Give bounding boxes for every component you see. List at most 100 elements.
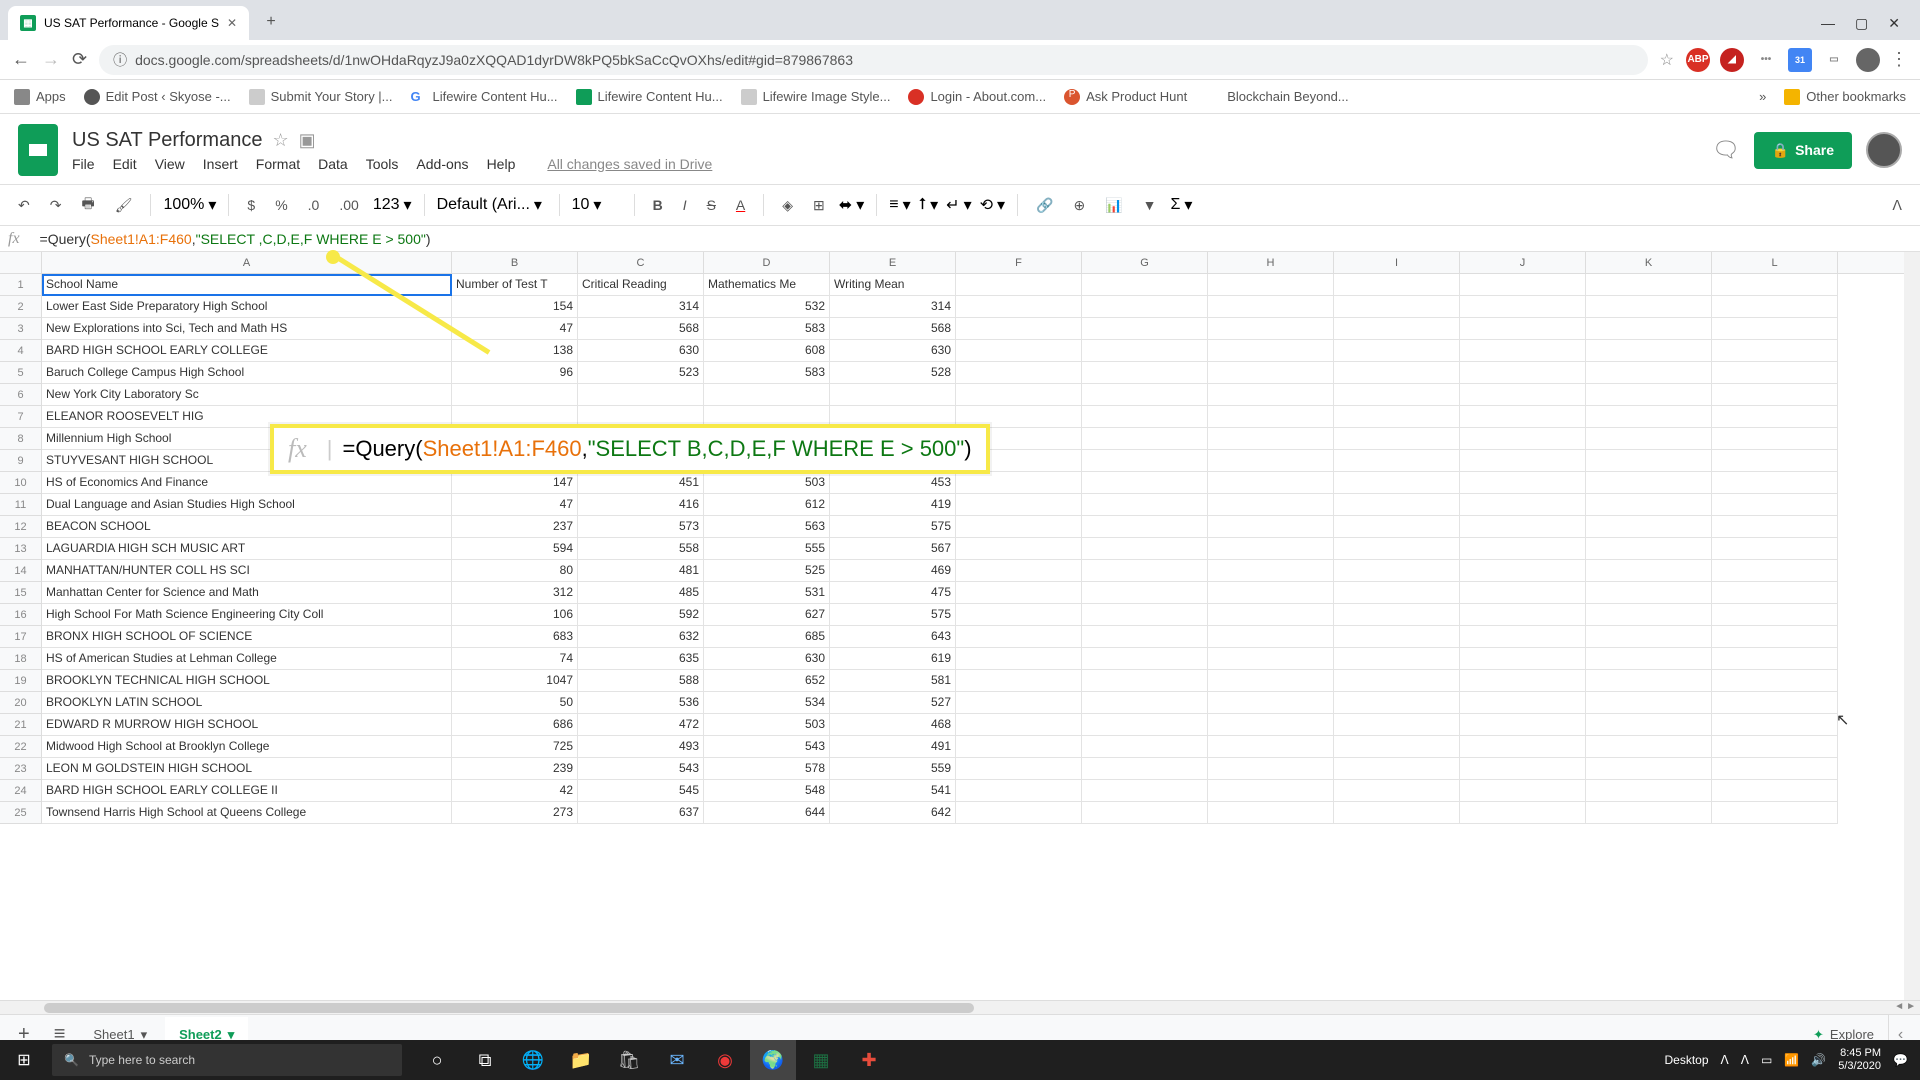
cell[interactable] [956,714,1082,736]
cell[interactable] [1334,494,1460,516]
percent-icon[interactable]: % [269,193,293,217]
cell[interactable]: 1047 [452,670,578,692]
cell[interactable] [1334,340,1460,362]
cell[interactable] [1334,736,1460,758]
cell[interactable] [1712,692,1838,714]
cell[interactable] [1460,560,1586,582]
cell[interactable] [1334,516,1460,538]
rotate-dropdown[interactable]: ⟲▾ [980,195,1005,215]
cell[interactable]: 578 [704,758,830,780]
undo-icon[interactable]: ↶ [12,193,36,218]
cell[interactable] [1082,736,1208,758]
minimize-icon[interactable]: — [1821,15,1835,32]
cell[interactable] [956,560,1082,582]
cell[interactable] [1712,670,1838,692]
cell[interactable] [1208,450,1334,472]
cell[interactable]: 543 [704,736,830,758]
cell[interactable]: 608 [704,340,830,362]
cell[interactable] [1208,384,1334,406]
cell[interactable] [1712,582,1838,604]
font-size-dropdown[interactable]: 10▾ [572,195,622,215]
cell[interactable] [1712,406,1838,428]
cell[interactable] [1082,714,1208,736]
cell[interactable]: 686 [452,714,578,736]
cell[interactable] [1082,340,1208,362]
row-header[interactable]: 9 [0,450,42,472]
column-header[interactable]: I [1334,252,1460,273]
sheets-logo-icon[interactable] [18,124,58,176]
column-header[interactable]: J [1460,252,1586,273]
v-align-dropdown[interactable]: ⭡▾ [919,195,939,215]
spreadsheet-grid[interactable]: ABCDEFGHIJKL 1School NameNumber of Test … [0,252,1920,1000]
cell[interactable] [1208,538,1334,560]
cell[interactable] [1460,384,1586,406]
profile-avatar[interactable] [1856,48,1880,72]
cell[interactable]: 575 [830,604,956,626]
cell[interactable] [1712,450,1838,472]
cell[interactable]: 581 [830,670,956,692]
cell[interactable] [1712,340,1838,362]
comment-icon[interactable]: ⊕ [1067,193,1091,218]
cell[interactable] [1334,758,1460,780]
cell[interactable]: 528 [830,362,956,384]
menu-format[interactable]: Format [256,156,300,172]
cell[interactable]: 416 [578,494,704,516]
cell[interactable]: 468 [830,714,956,736]
cell[interactable]: 493 [578,736,704,758]
extension-icon[interactable]: ▭ [1822,48,1846,72]
collapse-toolbar-icon[interactable]: ᐱ [1886,193,1908,218]
cell[interactable] [1334,714,1460,736]
cell[interactable] [1082,538,1208,560]
cell[interactable] [956,604,1082,626]
cell[interactable] [1460,318,1586,340]
apps-button[interactable]: Apps [14,89,66,105]
cell[interactable] [1712,362,1838,384]
cell[interactable] [1460,428,1586,450]
cell[interactable] [1082,560,1208,582]
font-dropdown[interactable]: Default (Ari...▾ [437,195,547,215]
cell[interactable]: 527 [830,692,956,714]
cell[interactable] [956,538,1082,560]
close-tab-icon[interactable]: ✕ [227,16,237,30]
currency-icon[interactable]: $ [241,193,261,217]
cell[interactable] [1082,362,1208,384]
cell[interactable]: 239 [452,758,578,780]
cell[interactable] [1712,384,1838,406]
cell[interactable]: 632 [578,626,704,648]
cell[interactable]: 637 [578,802,704,824]
cortana-icon[interactable]: ○ [414,1040,460,1080]
cell[interactable]: New York City Laboratory Sc [42,384,452,406]
notifications-icon[interactable]: 💬 [1893,1053,1908,1067]
cell[interactable]: Mathematics Me [704,274,830,296]
cell[interactable] [1334,318,1460,340]
document-title[interactable]: US SAT Performance [72,129,262,152]
vertical-scrollbar[interactable] [1904,252,1920,1000]
print-icon[interactable]: 🖶 [75,189,100,221]
tray-chevron-icon[interactable]: ᐱ [1741,1053,1749,1067]
windows-search[interactable]: 🔍 Type here to search [52,1044,402,1076]
cell[interactable]: 567 [830,538,956,560]
cell[interactable] [1586,406,1712,428]
cell[interactable]: 685 [704,626,830,648]
cell[interactable] [1208,626,1334,648]
vivaldi-icon[interactable]: ◉ [702,1040,748,1080]
cell[interactable] [1208,714,1334,736]
cell[interactable] [1460,296,1586,318]
bookmark-item[interactable]: PAsk Product Hunt [1064,89,1187,105]
desktop-toggle[interactable]: Desktop [1665,1053,1709,1067]
merge-cells-dropdown[interactable]: ⬌▾ [839,195,864,215]
row-header[interactable]: 19 [0,670,42,692]
cell[interactable] [1460,648,1586,670]
row-header[interactable]: 10 [0,472,42,494]
row-header[interactable]: 11 [0,494,42,516]
cell[interactable] [1334,648,1460,670]
cell[interactable]: LAGUARDIA HIGH SCH MUSIC ART [42,538,452,560]
cell[interactable] [1460,450,1586,472]
cell[interactable]: Baruch College Campus High School [42,362,452,384]
row-header[interactable]: 2 [0,296,42,318]
move-folder-icon[interactable]: ▣ [299,130,316,151]
app-icon[interactable]: ✚ [846,1040,892,1080]
cell[interactable] [1334,406,1460,428]
cell[interactable]: 503 [704,714,830,736]
cell[interactable] [1586,318,1712,340]
